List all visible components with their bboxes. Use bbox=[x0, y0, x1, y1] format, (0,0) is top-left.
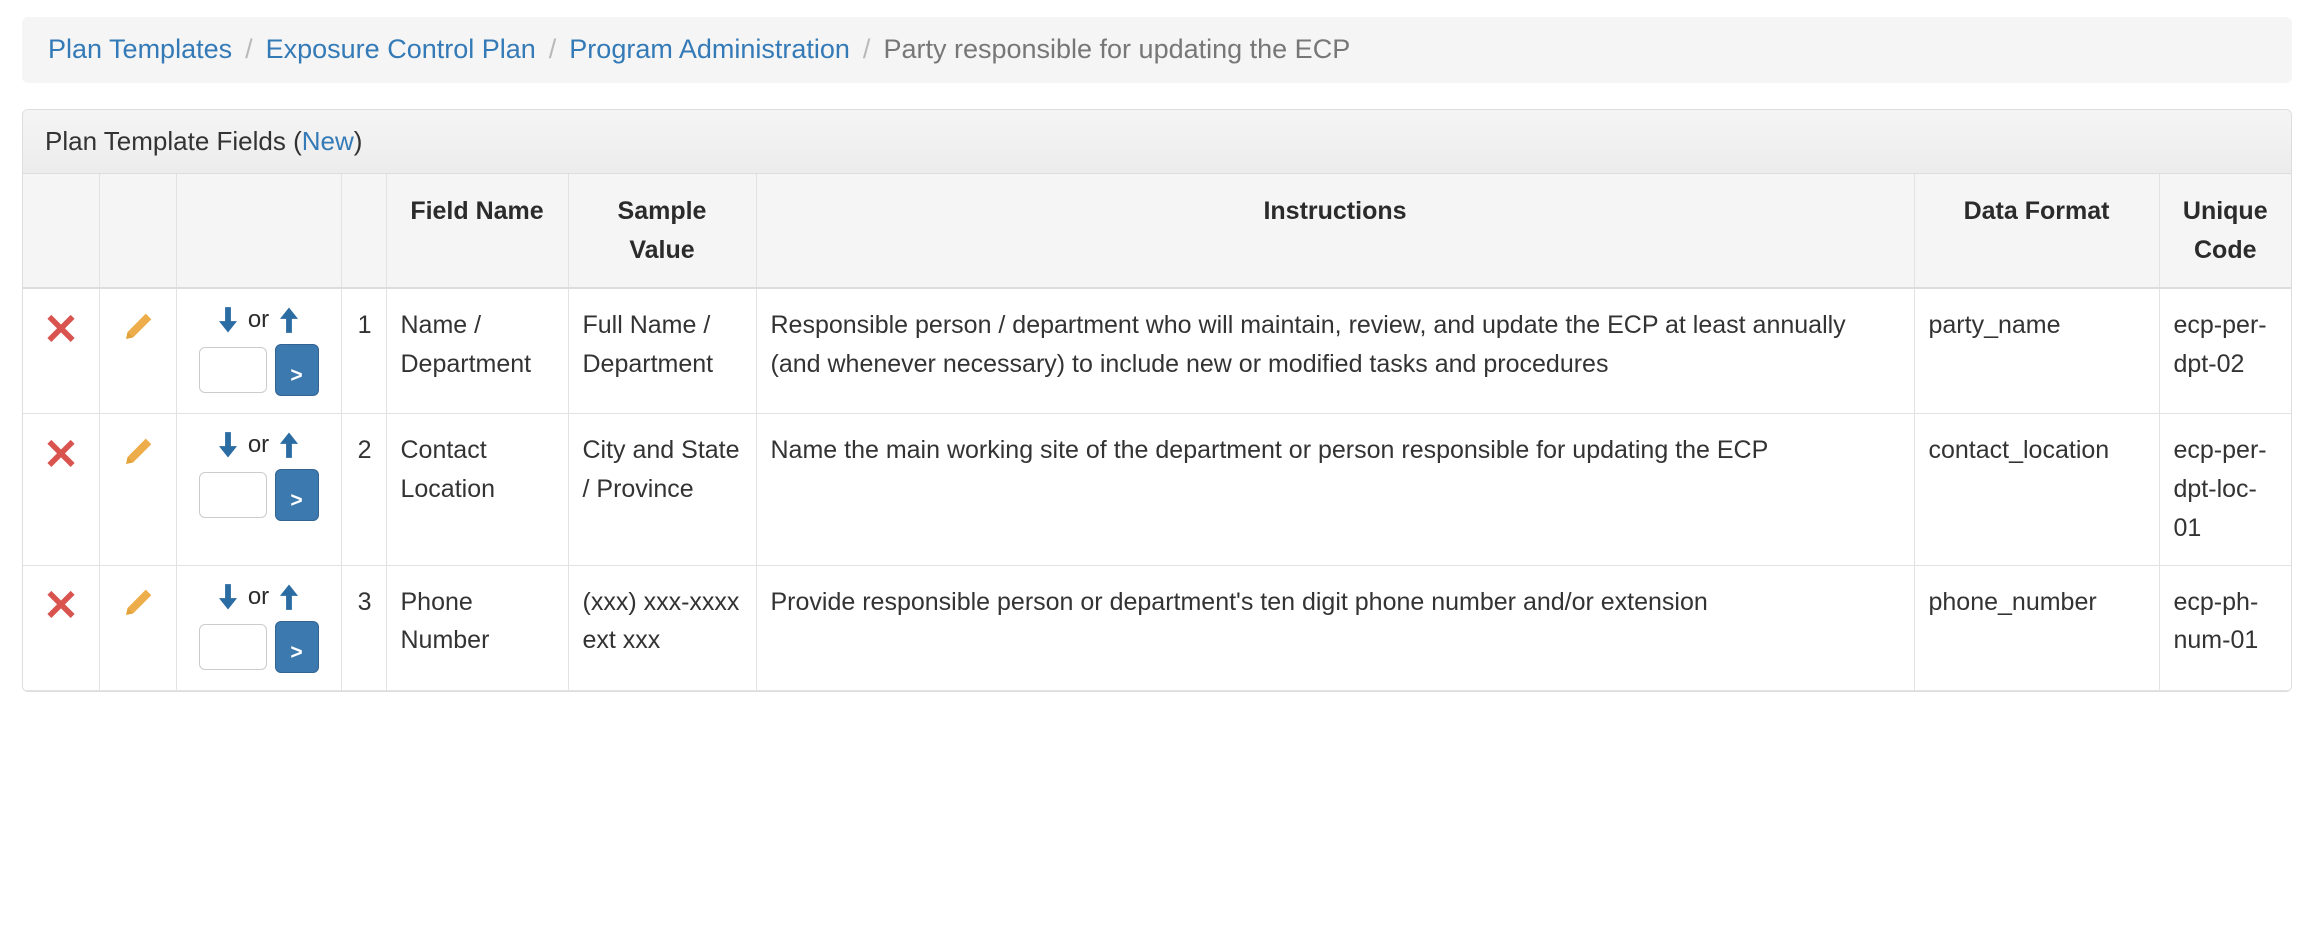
panel-title: Plan Template Fields (New) bbox=[23, 109, 2291, 174]
instructions-cell: Provide responsible person or department… bbox=[755, 565, 1915, 691]
field-name-cell: Name / Department bbox=[385, 288, 569, 415]
move-go-button[interactable]: > bbox=[274, 620, 319, 673]
move-position-input[interactable] bbox=[198, 472, 267, 519]
column-header-move bbox=[175, 173, 342, 290]
move-cell: or > bbox=[175, 413, 342, 566]
breadcrumb-item-current: Party responsible for updating the ECP bbox=[883, 34, 1351, 64]
move-or-label: or bbox=[247, 431, 270, 459]
move-down-arrow-icon[interactable] bbox=[217, 306, 239, 334]
data-format-cell: party_name bbox=[1913, 288, 2160, 415]
breadcrumb-item-exposure-control-plan[interactable]: Exposure Control Plan bbox=[266, 33, 536, 67]
table-header: Field Name Sample Value Instructions Dat… bbox=[23, 173, 2291, 290]
breadcrumb-separator: / bbox=[548, 34, 557, 64]
row-number: 3 bbox=[340, 565, 387, 691]
delete-icon[interactable] bbox=[44, 310, 78, 344]
panel-title-prefix: Plan Template Fields ( bbox=[45, 125, 302, 156]
move-cell: or > bbox=[175, 288, 342, 415]
move-position-input[interactable] bbox=[198, 347, 267, 394]
move-up-arrow-icon[interactable] bbox=[278, 583, 300, 611]
move-up-arrow-icon[interactable] bbox=[278, 306, 300, 334]
move-controls-bottom: > bbox=[191, 469, 327, 522]
delete-cell[interactable] bbox=[23, 413, 100, 566]
move-or-label: or bbox=[247, 306, 270, 334]
row-number: 1 bbox=[340, 288, 387, 415]
column-header-unique-code: Unique Code bbox=[2158, 173, 2291, 290]
table-row: or > 1 Name / Department Full Name / Dep… bbox=[23, 288, 2291, 415]
breadcrumb: Plan Templates / Exposure Control Plan /… bbox=[22, 17, 2292, 83]
unique-code-cell: ecp-ph-num-01 bbox=[2158, 565, 2291, 691]
column-header-data-format: Data Format bbox=[1913, 173, 2160, 290]
breadcrumb-separator: / bbox=[245, 34, 253, 64]
column-header-number bbox=[340, 173, 387, 290]
panel-title-suffix: ) bbox=[353, 125, 363, 156]
data-format-cell: phone_number bbox=[1913, 565, 2160, 691]
move-or-label: or bbox=[247, 582, 270, 610]
move-controls-top: or bbox=[191, 583, 327, 611]
delete-icon[interactable] bbox=[44, 435, 78, 469]
edit-pencil-icon[interactable] bbox=[121, 310, 155, 344]
plan-template-fields-table: Field Name Sample Value Instructions Dat… bbox=[23, 173, 2291, 691]
sample-value-cell: City and State / Province bbox=[567, 413, 757, 566]
column-header-delete bbox=[23, 173, 100, 290]
column-header-sample-value: Sample Value bbox=[567, 173, 757, 290]
breadcrumb-item-plan-templates[interactable]: Plan Templates bbox=[48, 33, 232, 67]
column-header-field-name: Field Name bbox=[385, 173, 569, 290]
unique-code-cell: ecp-per-dpt-loc-01 bbox=[2158, 413, 2291, 566]
field-name-cell: Phone Number bbox=[385, 565, 569, 691]
delete-icon[interactable] bbox=[44, 586, 78, 620]
move-down-arrow-icon[interactable] bbox=[217, 583, 239, 611]
data-format-cell: contact_location bbox=[1913, 413, 2160, 566]
column-header-edit bbox=[98, 173, 177, 290]
move-cell: or > bbox=[175, 565, 342, 691]
edit-cell[interactable] bbox=[98, 288, 177, 415]
move-controls-bottom: > bbox=[191, 344, 327, 397]
move-controls-top: or bbox=[191, 431, 327, 459]
table-row: or > 3 Phone Number (xxx) xxx-xxxx ext x… bbox=[23, 565, 2291, 691]
edit-cell[interactable] bbox=[98, 565, 177, 691]
unique-code-cell: ecp-per-dpt-02 bbox=[2158, 288, 2291, 415]
column-header-instructions: Instructions bbox=[755, 173, 1915, 290]
edit-pencil-icon[interactable] bbox=[121, 586, 155, 620]
breadcrumb-separator: / bbox=[862, 34, 871, 64]
field-name-cell: Contact Location bbox=[385, 413, 569, 566]
move-position-input[interactable] bbox=[198, 623, 267, 670]
instructions-cell: Name the main working site of the depart… bbox=[755, 413, 1915, 566]
move-down-arrow-icon[interactable] bbox=[217, 431, 239, 459]
move-go-button[interactable]: > bbox=[274, 344, 319, 397]
breadcrumb-item-program-administration[interactable]: Program Administration bbox=[569, 33, 850, 67]
edit-pencil-icon[interactable] bbox=[121, 435, 155, 469]
plan-template-fields-panel: Plan Template Fields (New) Field Name Sa… bbox=[22, 108, 2292, 692]
move-go-button[interactable]: > bbox=[274, 469, 319, 522]
move-controls-top: or bbox=[191, 306, 327, 334]
row-number: 2 bbox=[340, 413, 387, 566]
table-row: or > 2 Contact Location City and State /… bbox=[23, 413, 2291, 566]
instructions-cell: Responsible person / department who will… bbox=[755, 288, 1915, 415]
table-header-row: Field Name Sample Value Instructions Dat… bbox=[23, 173, 2291, 290]
delete-cell[interactable] bbox=[23, 565, 100, 691]
sample-value-cell: Full Name / Department bbox=[567, 288, 757, 415]
move-controls-bottom: > bbox=[191, 620, 327, 673]
move-up-arrow-icon[interactable] bbox=[278, 431, 300, 459]
delete-cell[interactable] bbox=[23, 288, 100, 415]
table-body: or > 1 Name / Department Full Name / Dep… bbox=[23, 288, 2291, 691]
sample-value-cell: (xxx) xxx-xxxx ext xxx bbox=[567, 565, 757, 691]
new-field-link[interactable]: New bbox=[302, 126, 354, 156]
edit-cell[interactable] bbox=[98, 413, 177, 566]
